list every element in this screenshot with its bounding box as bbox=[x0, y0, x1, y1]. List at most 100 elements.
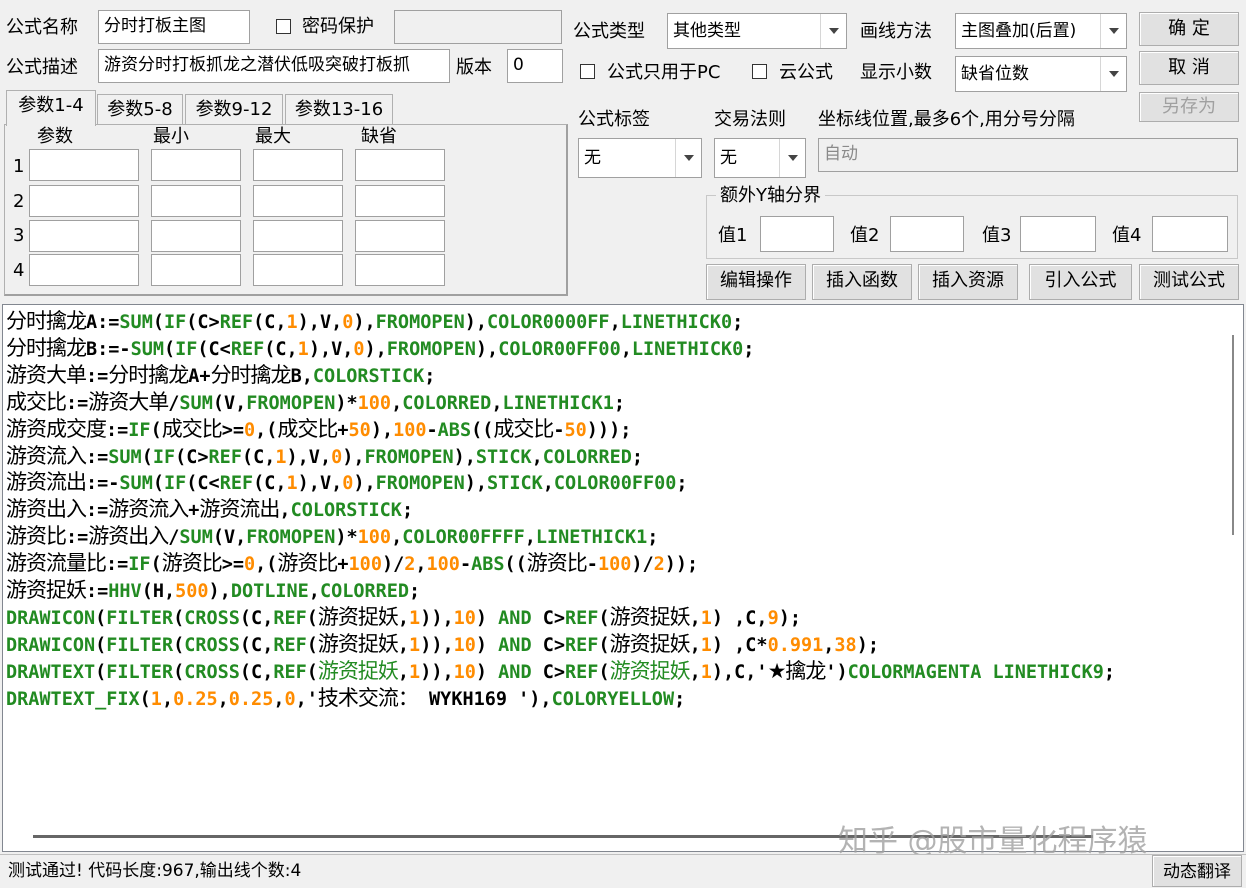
y-axis-group-label: 额外Y轴分界 bbox=[716, 184, 825, 208]
trade-rule-label: 交易法则 bbox=[714, 109, 786, 130]
vertical-scrollbar[interactable] bbox=[1227, 335, 1239, 535]
formula-name-input[interactable]: 分时打板主图 bbox=[98, 10, 250, 44]
param-default-input[interactable] bbox=[355, 185, 445, 217]
code-line[interactable]: 游资大单:=分时擒龙A+分时擒龙B,COLORSTICK; bbox=[6, 363, 1115, 390]
trade-rule-value: 无 bbox=[720, 148, 737, 168]
pc-only-label: 公式只用于PC bbox=[607, 62, 721, 83]
formula-tag-value: 无 bbox=[584, 148, 601, 168]
tab-params-9-12[interactable]: 参数9-12 bbox=[185, 94, 283, 124]
test-formula-button[interactable]: 测试公式 bbox=[1139, 264, 1239, 300]
code-line[interactable]: DRAWTEXT_FIX(1,0.25,0.25,0,'技术交流： WYKH16… bbox=[6, 686, 1115, 713]
draw-method-value: 主图叠加(后置) bbox=[961, 21, 1077, 41]
code-content[interactable]: 分时擒龙A:=SUM(IF(C>REF(C,1),V,0),FROMOPEN),… bbox=[6, 309, 1115, 713]
pc-only-checkbox[interactable] bbox=[580, 64, 595, 79]
password-input[interactable] bbox=[394, 10, 562, 44]
y-value-input-2[interactable] bbox=[890, 216, 964, 252]
param-name-input[interactable] bbox=[29, 220, 139, 252]
import-formula-button[interactable]: 引入公式 bbox=[1029, 264, 1132, 300]
code-line[interactable]: 游资捉妖:=HHV(H,500),DOTLINE,COLORRED; bbox=[6, 578, 1115, 605]
chevron-down-icon bbox=[820, 14, 846, 48]
code-line[interactable]: 游资流入:=SUM(IF(C>REF(C,1),V,0),FROMOPEN),S… bbox=[6, 444, 1115, 471]
chevron-down-icon bbox=[1100, 57, 1126, 91]
param-max-input[interactable] bbox=[253, 220, 343, 252]
param-default-input[interactable] bbox=[355, 254, 445, 286]
param-row-label: 4 bbox=[13, 260, 25, 281]
tab-params-13-16[interactable]: 参数13-16 bbox=[285, 94, 393, 124]
tab-params-5-8[interactable]: 参数5-8 bbox=[97, 94, 183, 124]
insert-function-button[interactable]: 插入函数 bbox=[812, 264, 912, 300]
param-min-input[interactable] bbox=[151, 185, 241, 217]
code-line[interactable]: 游资成交度:=IF(成交比>=0,(成交比+50),100-ABS((成交比-5… bbox=[6, 417, 1115, 444]
scrollbar-thumb[interactable] bbox=[1232, 335, 1234, 535]
param-header-name: 参数 bbox=[37, 126, 73, 147]
password-protect-checkbox[interactable] bbox=[276, 19, 291, 34]
y-value-label: 值1 bbox=[718, 225, 748, 246]
cancel-button[interactable]: 取 消 bbox=[1139, 51, 1239, 85]
param-max-input[interactable] bbox=[253, 254, 343, 286]
param-header-min: 最小 bbox=[153, 126, 189, 147]
chevron-down-icon bbox=[1100, 14, 1126, 48]
y-value-input-3[interactable] bbox=[1020, 216, 1096, 252]
status-bar: 测试通过! 代码长度:967,输出线个数:4 动态翻译 bbox=[0, 854, 1246, 887]
param-row-label: 1 bbox=[13, 156, 25, 177]
param-default-input[interactable] bbox=[355, 149, 445, 181]
coord-line-input[interactable]: 自动 bbox=[818, 138, 1238, 172]
decimal-value: 缺省位数 bbox=[961, 64, 1029, 84]
decimal-select[interactable]: 缺省位数 bbox=[955, 56, 1127, 92]
param-row-label: 3 bbox=[13, 225, 25, 246]
code-editor[interactable]: 分时擒龙A:=SUM(IF(C>REF(C,1),V,0),FROMOPEN),… bbox=[2, 304, 1244, 852]
param-min-input[interactable] bbox=[151, 149, 241, 181]
trade-rule-select[interactable]: 无 bbox=[714, 138, 806, 178]
y-value-label: 值4 bbox=[1112, 225, 1142, 246]
status-text: 测试通过! 代码长度:967,输出线个数:4 bbox=[8, 861, 302, 881]
dynamic-translate-button[interactable]: 动态翻译 bbox=[1152, 855, 1242, 887]
param-header-default: 缺省 bbox=[361, 126, 397, 147]
formula-type-select[interactable]: 其他类型 bbox=[667, 13, 847, 49]
chevron-down-icon bbox=[675, 139, 701, 177]
password-protect-label: 密码保护 bbox=[302, 16, 374, 37]
ok-button[interactable]: 确 定 bbox=[1139, 12, 1239, 46]
code-line[interactable]: 分时擒龙B:=-SUM(IF(C<REF(C,1),V,0),FROMOPEN)… bbox=[6, 336, 1115, 363]
y-value-label: 值2 bbox=[850, 225, 880, 246]
param-max-input[interactable] bbox=[253, 185, 343, 217]
formula-tag-select[interactable]: 无 bbox=[578, 138, 702, 178]
code-line[interactable]: DRAWICON(FILTER(CROSS(C,REF(游资捉妖,1)),10)… bbox=[6, 605, 1115, 632]
chevron-down-icon bbox=[779, 139, 805, 177]
code-line[interactable]: DRAWTEXT(FILTER(CROSS(C,REF(游资捉妖,1)),10)… bbox=[6, 659, 1115, 686]
formula-type-label: 公式类型 bbox=[573, 21, 645, 42]
coord-line-label: 坐标线位置,最多6个,用分号分隔 bbox=[818, 109, 1075, 130]
insert-resource-button[interactable]: 插入资源 bbox=[918, 264, 1018, 300]
param-name-input[interactable] bbox=[29, 149, 139, 181]
y-value-input-4[interactable] bbox=[1152, 216, 1228, 252]
draw-method-select[interactable]: 主图叠加(后置) bbox=[955, 13, 1127, 49]
y-value-input-1[interactable] bbox=[760, 216, 834, 252]
code-line[interactable]: 游资比:=游资出入/SUM(V,FROMOPEN)*100,COLOR00FFF… bbox=[6, 524, 1115, 551]
edit-operations-button[interactable]: 编辑操作 bbox=[706, 264, 806, 300]
cloud-formula-label: 云公式 bbox=[779, 62, 833, 83]
formula-desc-label: 公式描述 bbox=[6, 57, 78, 78]
param-default-input[interactable] bbox=[355, 220, 445, 252]
code-line[interactable]: 游资流量比:=IF(游资比>=0,(游资比+100)/2,100-ABS((游资… bbox=[6, 551, 1115, 578]
param-min-input[interactable] bbox=[151, 254, 241, 286]
param-max-input[interactable] bbox=[253, 149, 343, 181]
param-header-max: 最大 bbox=[255, 126, 291, 147]
decimal-label: 显示小数 bbox=[860, 62, 932, 83]
code-line[interactable]: 游资出入:=游资流入+游资流出,COLORSTICK; bbox=[6, 497, 1115, 524]
code-line[interactable]: DRAWICON(FILTER(CROSS(C,REF(游资捉妖,1)),10)… bbox=[6, 632, 1115, 659]
param-name-input[interactable] bbox=[29, 185, 139, 217]
cloud-formula-checkbox[interactable] bbox=[752, 64, 767, 79]
formula-name-label: 公式名称 bbox=[6, 17, 78, 38]
param-panel: 参数 最小 最大 缺省 1 2 3 4 bbox=[4, 124, 568, 296]
formula-tag-label: 公式标签 bbox=[578, 109, 650, 130]
tab-params-1-4[interactable]: 参数1-4 bbox=[6, 90, 96, 126]
code-line[interactable]: 分时擒龙A:=SUM(IF(C>REF(C,1),V,0),FROMOPEN),… bbox=[6, 309, 1115, 336]
formula-desc-input[interactable]: 游资分时打板抓龙之潜伏低吸突破打板抓 bbox=[98, 49, 450, 83]
param-row-label: 2 bbox=[13, 191, 25, 212]
formula-type-value: 其他类型 bbox=[673, 21, 741, 41]
code-line[interactable]: 成交比:=游资大单/SUM(V,FROMOPEN)*100,COLORRED,L… bbox=[6, 390, 1115, 417]
version-input[interactable]: 0 bbox=[507, 49, 563, 83]
param-name-input[interactable] bbox=[29, 254, 139, 286]
save-as-button[interactable]: 另存为 bbox=[1139, 92, 1239, 122]
code-line[interactable]: 游资流出:=-SUM(IF(C<REF(C,1),V,0),FROMOPEN),… bbox=[6, 470, 1115, 497]
param-min-input[interactable] bbox=[151, 220, 241, 252]
